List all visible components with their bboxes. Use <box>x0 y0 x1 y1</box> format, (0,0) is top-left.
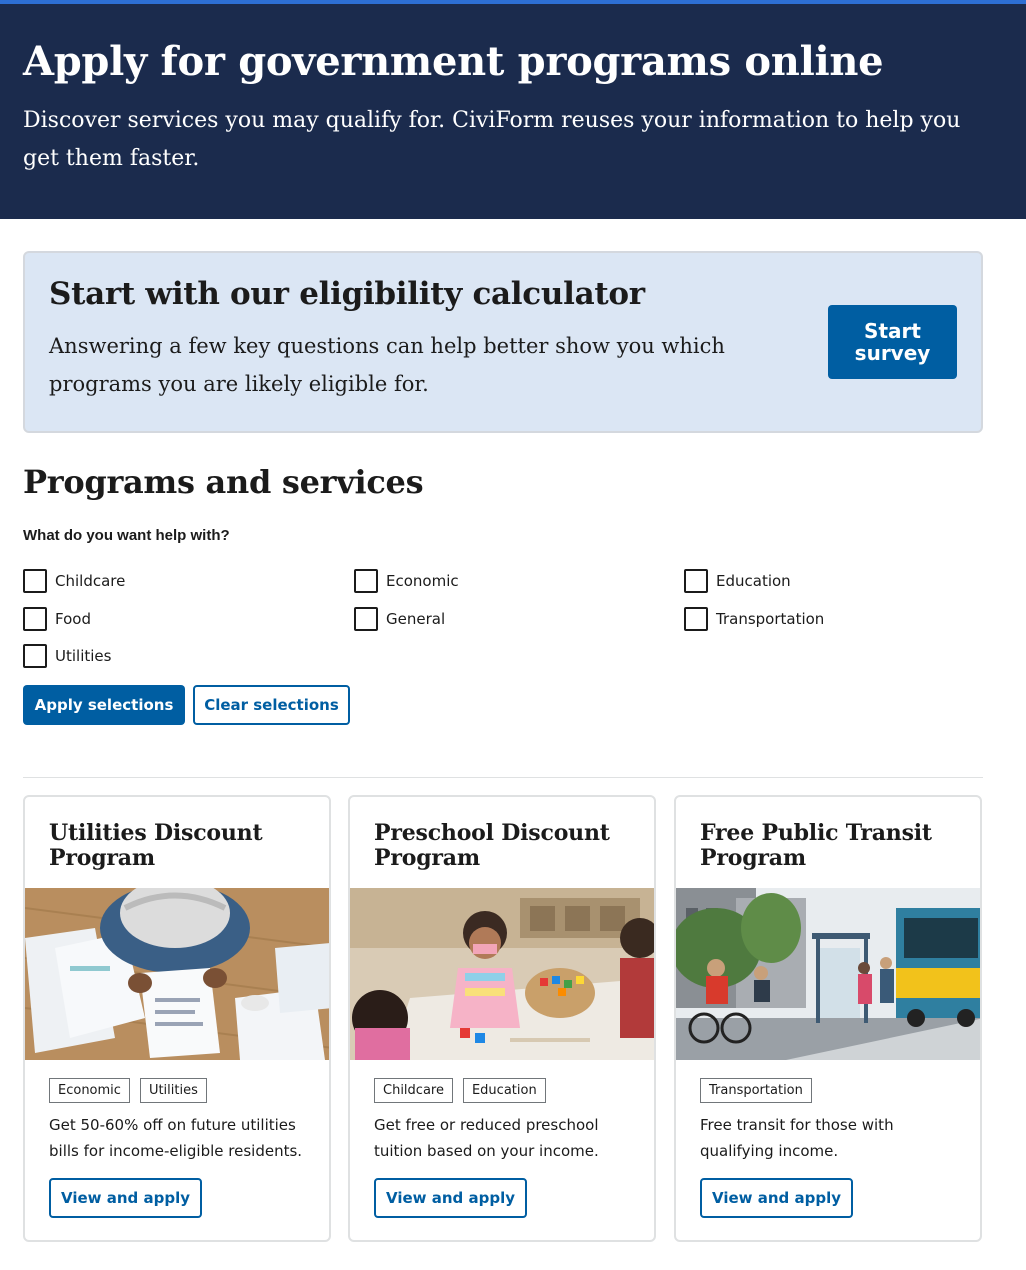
tag: Education <box>462 1078 546 1103</box>
checkbox-economic[interactable]: Economic <box>354 568 459 594</box>
checkbox-label: General <box>386 610 446 628</box>
checkbox-childcare[interactable]: Childcare <box>23 568 125 594</box>
program-card-preschool: Preschool Discount Program Childcare Edu… <box>348 795 656 1242</box>
card-description: Get free or reduced preschool tuition ba… <box>374 1116 599 1160</box>
card-title: Free Public Transit Program <box>700 820 932 871</box>
checkbox-transportation[interactable]: Transportation <box>684 606 824 632</box>
checkbox-box[interactable] <box>23 644 47 668</box>
checkbox-box[interactable] <box>23 569 47 593</box>
apply-selections-button[interactable]: Apply selections <box>23 685 185 725</box>
view-and-apply-button[interactable]: View and apply <box>49 1178 202 1218</box>
checkbox-label: Transportation <box>716 610 825 628</box>
card-description: Free transit for those with qualifying i… <box>700 1116 894 1160</box>
page-title: Apply for government programs online <box>23 38 884 85</box>
checkbox-label: Economic <box>386 572 459 590</box>
view-and-apply-button[interactable]: View and apply <box>700 1178 853 1218</box>
programs-title: Programs and services <box>23 463 424 501</box>
card-description: Get 50-60% off on future utilities bills… <box>49 1116 303 1160</box>
card-tags: Transportation <box>700 1078 812 1103</box>
card-tags: Economic Utilities <box>49 1078 207 1103</box>
hero-subtitle: Discover services you may qualify for. C… <box>23 108 961 171</box>
card-tags: Childcare Education <box>374 1078 546 1103</box>
card-title: Utilities Discount Program <box>49 820 263 871</box>
bus-stop-street-photo <box>676 888 980 1060</box>
checkbox-education[interactable]: Education <box>684 568 791 594</box>
checkbox-box[interactable] <box>354 569 378 593</box>
checkbox-box[interactable] <box>354 607 378 631</box>
view-and-apply-button[interactable]: View and apply <box>374 1178 527 1218</box>
checkbox-label: Childcare <box>55 572 126 590</box>
bills-paperwork-photo <box>25 888 329 1060</box>
calculator-description: Answering a few key questions can help b… <box>49 334 725 396</box>
program-card-transit: Free Public Transit Program Transportati… <box>674 795 982 1242</box>
checkbox-label: Food <box>55 610 91 628</box>
tag: Utilities <box>139 1078 207 1103</box>
checkbox-utilities[interactable]: Utilities <box>23 643 111 669</box>
checkbox-box[interactable] <box>684 607 708 631</box>
checkbox-food[interactable]: Food <box>23 606 91 632</box>
calculator-title: Start with our eligibility calculator <box>49 276 645 312</box>
program-card-utilities: Utilities Discount Program Economic Util… <box>23 795 331 1242</box>
hero-banner: Apply for government programs online Dis… <box>0 4 1026 219</box>
tag: Childcare <box>374 1078 453 1103</box>
eligibility-calculator-panel: Start with our eligibility calculator An… <box>23 251 983 433</box>
tag: Economic <box>49 1078 130 1103</box>
checkbox-box[interactable] <box>23 607 47 631</box>
start-survey-button[interactable]: Start survey <box>828 305 957 379</box>
tag: Transportation <box>700 1078 812 1103</box>
filter-label: What do you want help with? <box>23 527 230 544</box>
card-title: Preschool Discount Program <box>374 820 610 871</box>
checkbox-general[interactable]: General <box>354 606 445 632</box>
checkbox-label: Education <box>716 572 791 590</box>
children-playing-photo <box>350 888 654 1060</box>
checkbox-box[interactable] <box>684 569 708 593</box>
checkbox-label: Utilities <box>55 647 112 665</box>
section-divider <box>23 777 983 778</box>
clear-selections-button[interactable]: Clear selections <box>193 685 350 725</box>
